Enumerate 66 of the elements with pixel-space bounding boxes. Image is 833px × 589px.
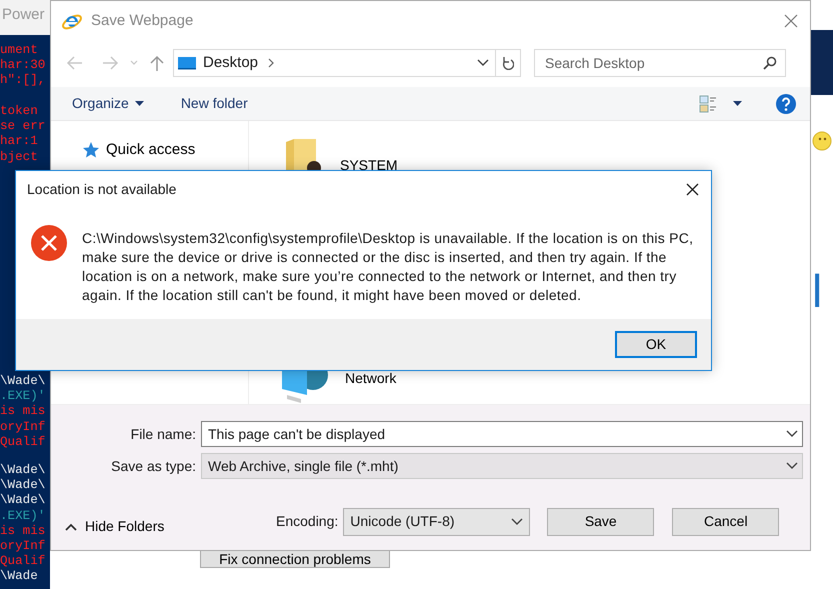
dialog-button[interactable]: Cancel (672, 508, 780, 536)
back-icon (66, 55, 83, 71)
field-label: Save as type: (110, 456, 197, 476)
console-line: \Wade\ (0, 478, 46, 494)
console-line: bject (0, 150, 38, 165)
header-bar (810, 30, 833, 95)
encoding-dropdown[interactable]: Unicode (UTF-8) (343, 508, 530, 536)
view-options-button[interactable] (699, 94, 742, 112)
close-icon (784, 14, 798, 28)
up-button[interactable] (149, 55, 165, 71)
error-message: C:\Windows\system32\config\systemprofile\Desktop is unavailable. If the location is on this PC, make sure the device or drive is connected or the disc is inserted, and then try again. If the location is on a network, make sure you’re connected to the network or Internet, and then try again. If the location still can't be found, it might have been moved or deleted. (82, 229, 694, 305)
console-line: .EXE)' (0, 508, 46, 524)
forward-icon (102, 55, 119, 71)
console-line: is mis (0, 524, 46, 540)
address-bar[interactable]: Desktop (173, 49, 521, 77)
console-line: ument (0, 43, 38, 58)
organize-menu[interactable]: Organize (72, 93, 144, 114)
console-line: se err (0, 119, 46, 134)
console-line: Qualif (0, 434, 46, 450)
chevron-down-icon (786, 462, 798, 470)
console-line: \Wade\ (0, 463, 46, 478)
console-line: oryInf (0, 539, 46, 554)
console-line: \Wade\ (0, 374, 46, 390)
dialog-button[interactable]: Save (547, 508, 654, 536)
console-line: har:30 (0, 58, 46, 74)
ok-button[interactable]: OK (615, 331, 697, 358)
search-icon (763, 56, 777, 70)
chevron-right-icon (268, 58, 274, 68)
file-name-field[interactable]: This page can't be displayed (201, 421, 803, 447)
caret-up-icon (65, 522, 77, 530)
help-icon (776, 94, 796, 114)
window-title: Power (0, 0, 50, 35)
close-button[interactable] (686, 182, 699, 196)
star-icon (82, 141, 100, 160)
console-line: is mis (0, 404, 46, 420)
console-line: har:1 (0, 134, 38, 150)
help-button[interactable] (776, 94, 796, 114)
address-location[interactable]: Desktop (203, 52, 258, 74)
desktop-icon (177, 55, 197, 71)
up-icon (149, 55, 165, 71)
console-line: oryInf (0, 420, 46, 435)
search-field[interactable]: Search Desktop (534, 49, 786, 77)
caret-down-icon (733, 101, 742, 106)
smiley-icon (812, 131, 832, 151)
field-label: File name: (130, 424, 197, 444)
console-line: \Wade\ (0, 493, 46, 509)
hide-folders-button[interactable]: Hide Folders (51, 516, 276, 537)
encoding-label: Encoding: (276, 512, 338, 531)
refresh-icon (502, 56, 514, 70)
page-heading: l (812, 268, 822, 314)
chevron-down-icon (786, 430, 798, 438)
error-icon (31, 225, 67, 261)
close-icon (686, 182, 699, 196)
caret-down-icon (134, 101, 144, 106)
dialog-title: Location is not available (27, 180, 176, 198)
chevron-down-icon (477, 59, 489, 67)
console-line: h":[], (0, 73, 46, 89)
chevron-down-icon (511, 518, 524, 526)
console-line: token (0, 104, 38, 120)
console-line: .EXE)' (0, 389, 46, 404)
window-title: Save Webpage (91, 10, 194, 31)
console-line: \Wade (0, 569, 38, 585)
new-folder-button[interactable]: New folder (180, 93, 248, 114)
quick-access-item[interactable]: Quick access (82, 139, 196, 162)
view-icon (699, 94, 717, 112)
console-line: Qualif (0, 554, 46, 570)
